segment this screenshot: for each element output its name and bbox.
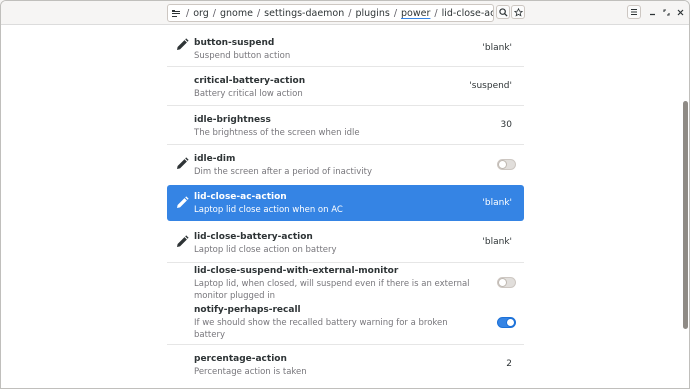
- key-description: Battery critical low action: [194, 89, 303, 99]
- key-description: Laptop lid close action when on AC: [194, 205, 343, 215]
- key-row-lid-close-ac-action[interactable]: lid-close-ac-action Laptop lid close act…: [167, 185, 524, 221]
- key-description-line: battery: [194, 330, 226, 340]
- external-monitor-switch[interactable]: [497, 277, 516, 288]
- key-description: Suspend button action: [194, 51, 291, 61]
- pencil-icon: [177, 196, 189, 208]
- key-description-line: monitor plugged in: [194, 291, 275, 301]
- search-button[interactable]: [496, 5, 510, 19]
- switch-knob: [506, 318, 515, 327]
- key-row-button-suspend[interactable]: button-suspend Suspend button action 'bl…: [167, 26, 524, 66]
- key-row-notify-perhaps-recall[interactable]: notify-perhaps-recall If we should show …: [167, 303, 524, 344]
- keys-list-view: button-suspend Suspend button action 'bl…: [1, 26, 689, 388]
- key-description: The brightness of the screen when idle: [194, 128, 360, 138]
- key-description: Laptop lid close action on battery: [194, 245, 337, 255]
- menu-button[interactable]: [627, 5, 641, 19]
- key-name: critical-battery-action: [194, 76, 306, 86]
- keys-list: button-suspend Suspend button action 'bl…: [167, 26, 524, 383]
- key-name: lid-close-suspend-with-external-monitor: [194, 266, 399, 276]
- hamburger-menu-icon: [631, 8, 637, 16]
- key-value: 'blank': [482, 198, 512, 208]
- path-segment-settings-daemon[interactable]: settings-daemon: [261, 8, 347, 19]
- switch-knob: [498, 160, 507, 169]
- minimize-icon: [649, 13, 655, 15]
- key-row-percentage-action[interactable]: percentage-action Percentage action is t…: [167, 344, 524, 383]
- key-description-line: If we should show the recalled battery w…: [194, 318, 448, 328]
- key-row-idle-brightness[interactable]: idle-brightness The brightness of the sc…: [167, 105, 524, 144]
- idle-dim-switch[interactable]: [497, 159, 516, 170]
- key-description: Dim the screen after a period of inactiv…: [194, 167, 372, 177]
- path-segment-current-key[interactable]: lid-close-ac-action: [439, 8, 493, 19]
- key-name: lid-close-battery-action: [194, 232, 313, 242]
- root-folder-icon[interactable]: [171, 7, 181, 19]
- path-bar[interactable]: / org / gnome / settings-daemon / plugin…: [167, 4, 494, 22]
- key-name: lid-close-ac-action: [194, 192, 287, 202]
- maximize-icon: [662, 8, 670, 16]
- key-value: 2: [506, 359, 512, 369]
- key-name: button-suspend: [194, 38, 275, 48]
- search-icon: [498, 7, 508, 17]
- key-row-critical-battery-action[interactable]: critical-battery-action Battery critical…: [167, 66, 524, 105]
- vertical-scrollbar[interactable]: [683, 101, 688, 329]
- key-name: percentage-action: [194, 354, 287, 364]
- minimize-button[interactable]: [646, 6, 658, 18]
- key-row-lid-close-suspend-with-external-monitor[interactable]: lid-close-suspend-with-external-monitor …: [167, 262, 524, 303]
- key-description: Percentage action is taken: [194, 367, 307, 377]
- pencil-icon: [177, 38, 189, 50]
- bookmark-button[interactable]: [511, 5, 525, 19]
- maximize-button[interactable]: [660, 6, 672, 18]
- switch-knob: [498, 278, 507, 287]
- close-button[interactable]: [674, 6, 686, 18]
- key-value: 30: [500, 120, 512, 130]
- key-row-idle-dim[interactable]: idle-dim Dim the screen after a period o…: [167, 144, 524, 183]
- pencil-icon: [177, 235, 189, 247]
- path-segment-gnome[interactable]: gnome: [217, 8, 256, 19]
- notify-recall-switch[interactable]: [497, 317, 516, 328]
- path-segment-power[interactable]: power: [398, 8, 433, 19]
- key-value: 'blank': [482, 237, 512, 247]
- path-segment-plugins[interactable]: plugins: [352, 8, 392, 19]
- key-value: 'blank': [482, 43, 512, 53]
- key-row-lid-close-battery-action[interactable]: lid-close-battery-action Laptop lid clos…: [167, 223, 524, 262]
- key-name: notify-perhaps-recall: [194, 305, 301, 315]
- close-icon: [677, 9, 683, 15]
- dconf-editor-window: / org / gnome / settings-daemon / plugin…: [0, 0, 690, 389]
- key-value: 'suspend': [469, 81, 512, 91]
- key-name: idle-dim: [194, 154, 236, 164]
- star-icon: [513, 7, 523, 17]
- key-name: idle-brightness: [194, 115, 271, 125]
- path-segment-org[interactable]: org: [190, 8, 212, 19]
- pencil-icon: [177, 157, 189, 169]
- header-bar: / org / gnome / settings-daemon / plugin…: [1, 1, 689, 25]
- key-description-line: Laptop lid, when closed, will suspend ev…: [194, 279, 470, 289]
